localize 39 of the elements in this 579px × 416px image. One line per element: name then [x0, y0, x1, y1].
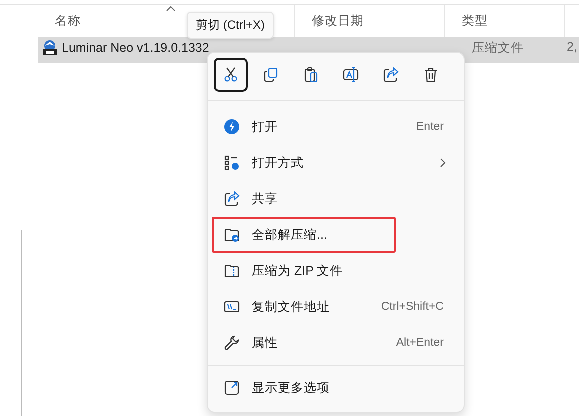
expand-icon [224, 380, 240, 396]
menu-item-label: 打开 [252, 118, 279, 136]
zip-file-icon [42, 40, 58, 56]
apps-list-icon [224, 155, 240, 171]
menu-item-label: 全部解压缩... [252, 226, 328, 244]
menu-item-label: 压缩为 ZIP 文件 [252, 262, 344, 280]
file-name: Luminar Neo v1.19.0.1332 [62, 41, 210, 55]
tooltip: 剪切 (Ctrl+X) [187, 12, 274, 39]
size-cell-text: 2, [566, 40, 578, 54]
shortcut-text: Ctrl+Shift+C [381, 301, 444, 313]
menu-item[interactable]: 属性 Alt+Enter [212, 325, 460, 361]
zip-folder-icon [224, 263, 240, 279]
paste-icon [303, 67, 319, 83]
folder-icon [224, 227, 240, 243]
wrench-icon [224, 335, 240, 351]
menu-item[interactable]: 复制文件地址 Ctrl+Shift+C [212, 289, 460, 325]
copy-icon [263, 67, 279, 83]
menu-item-label: 打开方式 [252, 154, 305, 172]
menu-item-label: 属性 [252, 334, 279, 352]
trash-icon [423, 67, 439, 83]
menu-item-label: 显示更多选项 [252, 380, 331, 396]
type-cell-text: 压缩文件 [471, 40, 525, 57]
share-icon [224, 191, 240, 207]
bolt-icon [224, 119, 240, 135]
shortcut-text: Enter [416, 121, 444, 133]
menu-item[interactable]: 显示更多选项 [212, 370, 460, 406]
menu-item[interactable]: 打开方式 [212, 145, 460, 181]
path-icon [224, 299, 240, 315]
menu-item-label: 复制文件地址 [252, 298, 331, 316]
rename-icon [343, 67, 359, 83]
menu-item[interactable]: 打开 Enter [212, 109, 460, 145]
toolbar-button[interactable] [214, 58, 248, 92]
menu-item-label: 共享 [252, 190, 279, 208]
share-icon [383, 67, 399, 83]
menu-item[interactable]: 压缩为 ZIP 文件 [212, 253, 460, 289]
menu-item[interactable]: 全部解压缩... [212, 217, 396, 253]
menu-item[interactable]: 共享 [212, 181, 460, 217]
shortcut-text: Alt+Enter [396, 337, 444, 349]
cut-icon [223, 67, 239, 83]
